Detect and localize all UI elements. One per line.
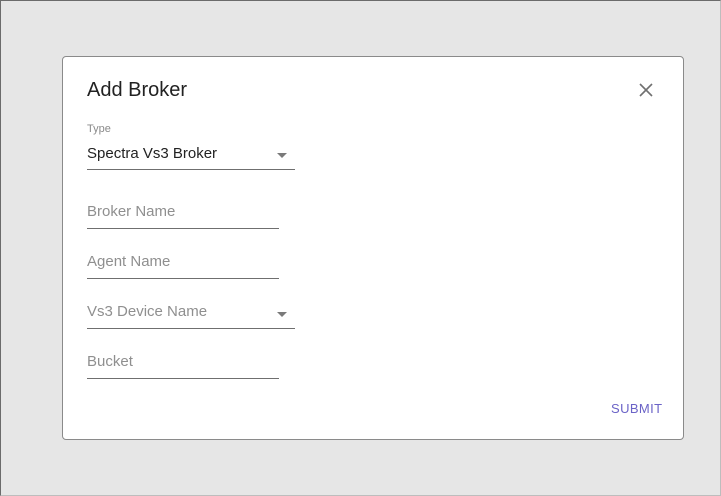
chevron-down-icon — [277, 153, 287, 158]
bucket-placeholder: Bucket — [87, 353, 133, 370]
close-icon — [635, 79, 657, 101]
type-select-value: Spectra Vs3 Broker — [87, 145, 218, 162]
dialog-title: Add Broker — [87, 79, 188, 101]
type-label: Type — [87, 123, 111, 135]
chevron-down-icon — [277, 312, 287, 317]
vs3-device-placeholder: Vs3 Device Name — [87, 303, 208, 320]
add-broker-dialog: Add Broker Type Spectra Vs3 Broker Broke… — [62, 56, 684, 440]
agent-name-underline — [87, 278, 279, 279]
type-select[interactable]: Type Spectra Vs3 Broker — [87, 123, 295, 173]
bucket-underline — [87, 378, 279, 379]
submit-button[interactable]: SUBMIT — [611, 401, 663, 416]
broker-name-underline — [87, 228, 279, 229]
broker-name-input[interactable]: Broker Name — [87, 201, 279, 231]
broker-name-placeholder: Broker Name — [87, 203, 176, 220]
agent-name-placeholder: Agent Name — [87, 253, 171, 270]
bucket-input[interactable]: Bucket — [87, 351, 279, 381]
type-select-underline — [87, 169, 295, 170]
vs3-device-select[interactable]: Vs3 Device Name — [87, 301, 295, 331]
close-button[interactable] — [635, 79, 657, 101]
agent-name-input[interactable]: Agent Name — [87, 251, 279, 281]
vs3-device-underline — [87, 328, 295, 329]
